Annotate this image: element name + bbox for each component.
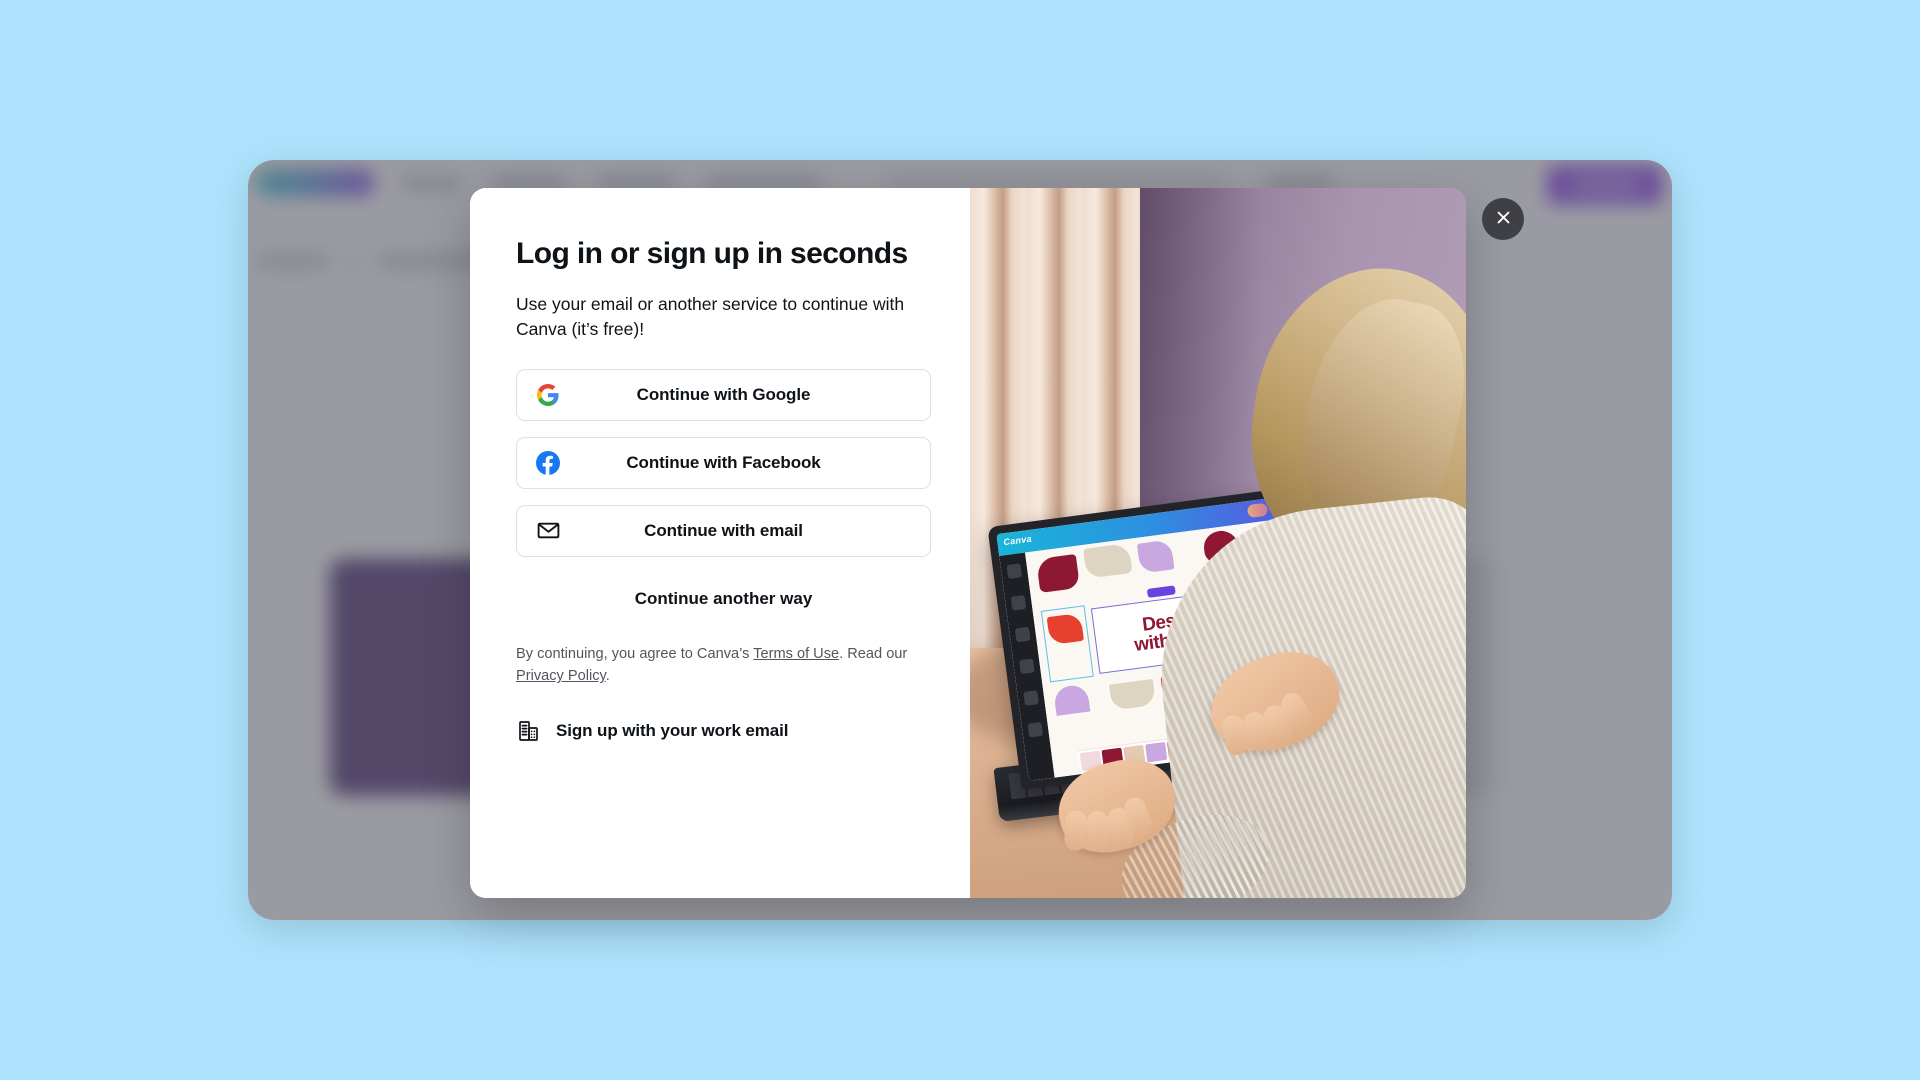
continue-with-email-label: Continue with email (644, 520, 803, 540)
photo-laptop-sidebar-item-uploads (1014, 626, 1031, 643)
legal-text: By continuing, you agree to Canva’s Term… (516, 643, 931, 688)
signup-with-work-email-label: Sign up with your work email (556, 720, 789, 740)
screen-root: Log in or sign up in seconds Use your em… (0, 0, 1920, 1080)
continue-with-google-label: Continue with Google (636, 384, 811, 404)
photo-laptop-collaborator-avatars (1246, 502, 1269, 519)
photo-canvas-shape-1 (1035, 553, 1081, 593)
photo-canvas-selection-box (1040, 605, 1094, 683)
photo-laptop-sidebar-item-projects (1027, 721, 1044, 738)
photo-laptop-sidebar-item-text (1019, 658, 1035, 675)
photo-laptop-sidebar-item-elements (1010, 594, 1027, 611)
office-building-icon (516, 718, 542, 744)
promo-photo-panel: Canva with (970, 188, 1466, 898)
legal-suffix: . (605, 668, 610, 685)
photo-person-finger (1064, 810, 1088, 852)
continue-with-email-button[interactable]: Continue with email (516, 504, 931, 557)
modal-subtitle: Use your email or another service to con… (516, 294, 905, 340)
continue-another-way-button[interactable]: Continue another way (516, 573, 931, 625)
photo-canvas-shape-9 (1109, 678, 1157, 711)
legal-prefix: By continuing, you agree to Canva’s (516, 645, 754, 662)
photo-canvas-element-badge (1146, 585, 1176, 598)
continue-with-facebook-label: Continue with Facebook (626, 452, 821, 472)
modal-left-panel: Log in or sign up in seconds Use your em… (470, 188, 970, 898)
photo-laptop-sidebar-item-draw (1023, 690, 1039, 706)
close-icon (1495, 209, 1512, 229)
facebook-icon (535, 450, 561, 476)
signup-with-work-email-button[interactable]: Sign up with your work email (516, 714, 931, 748)
photo-laptop-canva-wordmark: Canva (1002, 533, 1033, 548)
close-button[interactable] (1482, 198, 1524, 240)
terms-of-use-link[interactable]: Terms of Use (753, 646, 839, 662)
login-signup-modal: Log in or sign up in seconds Use your em… (470, 188, 1466, 898)
photo-canvas-shape-8 (1052, 683, 1091, 716)
google-icon (535, 382, 561, 408)
photo-laptop-sidebar-item-templates (1006, 563, 1023, 579)
legal-middle: . Read our (839, 645, 908, 662)
continue-with-google-button[interactable]: Continue with Google (516, 368, 931, 421)
privacy-policy-link[interactable]: Privacy Policy (516, 668, 606, 684)
envelope-icon (535, 518, 561, 544)
photo-canvas-shape-2 (1083, 542, 1133, 579)
page-title: Log in or sign up in seconds (516, 237, 908, 270)
photo-canvas-shape-3 (1136, 539, 1175, 574)
photo-template-thumb (1145, 741, 1168, 763)
photo-canvas-selected-element (1046, 612, 1085, 646)
continue-with-facebook-button[interactable]: Continue with Facebook (516, 436, 931, 489)
